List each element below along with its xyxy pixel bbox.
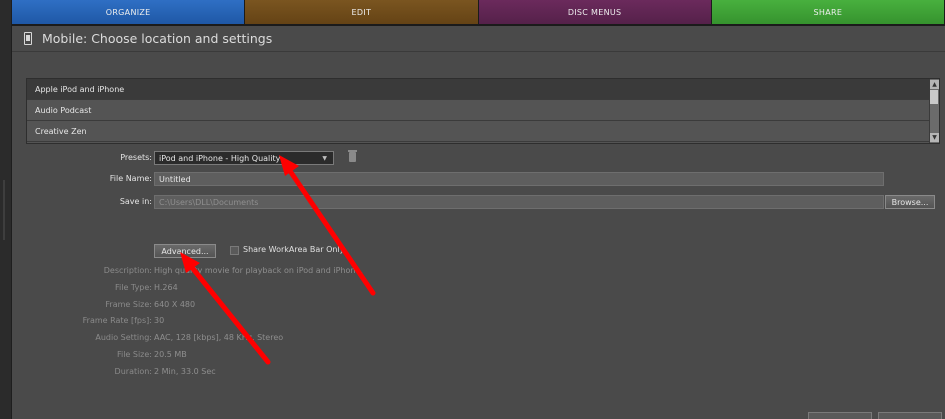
device-list: Apple iPod and iPhone Audio Podcast Crea…	[26, 78, 940, 144]
share-workarea-label: Share WorkArea Bar Only	[243, 245, 345, 254]
tab-edit[interactable]: EDIT	[245, 0, 479, 26]
save-button[interactable]	[878, 412, 942, 419]
scrollbar-thumb[interactable]	[930, 90, 938, 104]
workspace-tabs: ORGANIZE EDIT DISC MENUS SHARE	[12, 0, 945, 26]
file-size-label: File Size:	[116, 350, 152, 359]
audio-setting-label: Audio Setting:	[95, 333, 152, 342]
delete-preset-icon[interactable]	[348, 150, 357, 162]
tab-share[interactable]: SHARE	[711, 0, 945, 26]
mobile-phone-icon	[24, 32, 32, 45]
back-button[interactable]	[808, 412, 872, 419]
presets-selected-value: iPod and iPhone - High Quality	[159, 153, 281, 163]
share-workarea-checkbox[interactable]	[230, 246, 239, 255]
device-item-apple-ipod-iphone[interactable]: Apple iPod and iPhone	[27, 79, 939, 100]
file-type-value: H.264	[154, 283, 178, 292]
presets-dropdown[interactable]: iPod and iPhone - High Quality ▼	[154, 151, 334, 165]
device-item-audio-podcast[interactable]: Audio Podcast	[27, 100, 939, 121]
file-type-label: File Type:	[115, 283, 152, 292]
scroll-down-icon[interactable]: ▼	[930, 133, 939, 142]
device-item-creative-zen[interactable]: Creative Zen	[27, 121, 939, 142]
save-in-path-field[interactable]: C:\Users\DLL\Documents	[154, 195, 884, 209]
presets-label: Presets:	[120, 153, 152, 162]
file-name-input[interactable]: Untitled	[154, 172, 884, 186]
browse-button[interactable]: Browse...	[885, 195, 935, 209]
frame-rate-value: 30	[154, 316, 165, 325]
tab-organize[interactable]: ORGANIZE	[12, 0, 246, 26]
duration-label: Duration:	[114, 367, 152, 376]
description-value: High quality movie for playback on iPod …	[154, 266, 363, 275]
file-size-value: 20.5 MB	[154, 350, 187, 359]
left-panel-edge	[0, 0, 12, 419]
audio-setting-value: AAC, 128 [kbps], 48 KHz, Stereo	[154, 333, 284, 342]
panel-resize-grip[interactable]	[3, 180, 5, 240]
advanced-button[interactable]: Advanced...	[154, 244, 216, 258]
chevron-down-icon: ▼	[322, 155, 327, 162]
frame-size-value: 640 X 480	[154, 300, 196, 309]
scroll-up-icon[interactable]: ▲	[930, 80, 939, 89]
share-panel: ORGANIZE EDIT DISC MENUS SHARE Mobile: C…	[12, 0, 945, 419]
save-in-label: Save in:	[119, 197, 152, 206]
panel-header: Mobile: Choose location and settings	[12, 26, 945, 52]
duration-value: 2 Min, 33.0 Sec	[154, 367, 216, 376]
description-label: Description:	[103, 266, 152, 275]
frame-size-label: Frame Size:	[105, 300, 152, 309]
frame-rate-label: Frame Rate [fps]:	[82, 316, 152, 325]
panel-title: Mobile: Choose location and settings	[42, 31, 273, 46]
device-list-scrollbar[interactable]: ▲ ▼	[929, 79, 939, 143]
tab-disc-menus[interactable]: DISC MENUS	[478, 0, 712, 26]
file-name-label: File Name:	[109, 174, 152, 183]
